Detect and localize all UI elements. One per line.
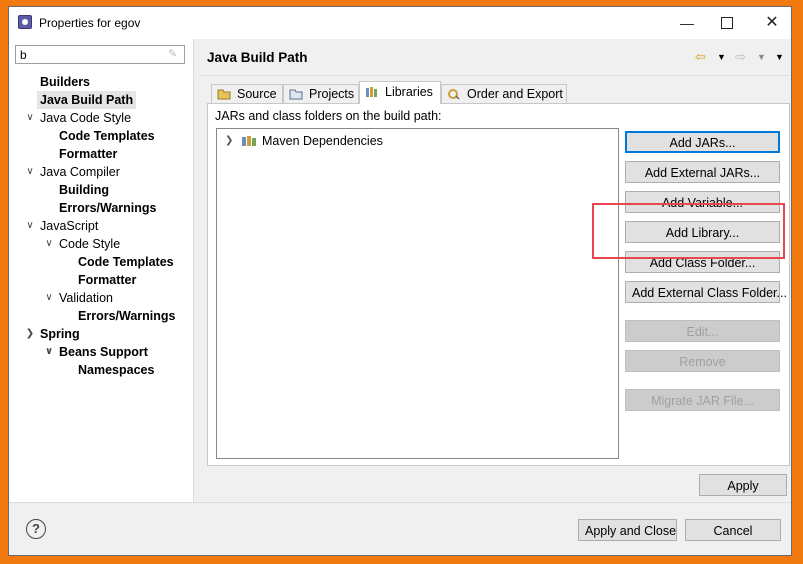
minimize-icon[interactable]: — xyxy=(672,13,702,33)
properties-dialog: Properties for egov — ✕ ✎ Builders Java B… xyxy=(8,6,792,556)
list-item-label: Maven Dependencies xyxy=(262,134,383,148)
tree-item[interactable]: Formatter xyxy=(59,145,117,163)
tree-item-label: Java Code Style xyxy=(40,111,132,125)
chevron-down-icon[interactable]: ∨ xyxy=(25,217,35,235)
add-external-jars-button[interactable]: Add External JARs... xyxy=(625,161,780,183)
tree-item-label: Errors/Warnings xyxy=(78,309,176,323)
tree-item[interactable]: ∨ Code Style xyxy=(45,235,121,253)
clear-filter-icon[interactable]: ✎ xyxy=(168,48,180,61)
tree-item-label: Code Style xyxy=(59,237,121,251)
tree-item-label: Builders xyxy=(40,75,91,89)
apply-and-close-button[interactable]: Apply and Close xyxy=(578,519,677,541)
tree-item[interactable]: Builders xyxy=(40,73,90,91)
header-divider xyxy=(199,75,789,76)
chevron-down-icon[interactable]: ∨ xyxy=(44,343,54,361)
close-icon[interactable]: ✕ xyxy=(757,13,787,33)
add-library-button[interactable]: Add Library... xyxy=(625,221,780,243)
tree-item-label: Formatter xyxy=(78,273,137,287)
chevron-down-icon[interactable]: ∨ xyxy=(25,163,35,181)
view-menu-icon[interactable]: ▼ xyxy=(775,49,784,65)
back-arrow-icon[interactable]: ⇦ xyxy=(695,49,706,65)
filter-input[interactable] xyxy=(18,47,162,62)
forward-menu-chevron-icon[interactable]: ▼ xyxy=(757,49,766,65)
tree-item[interactable]: Errors/Warnings xyxy=(78,307,175,325)
tree-item[interactable]: Namespaces xyxy=(78,361,154,379)
tab-projects[interactable]: Projects xyxy=(283,84,359,103)
build-path-list[interactable]: ❯ Maven Dependencies xyxy=(216,128,619,459)
tree-item[interactable]: ∨ JavaScript xyxy=(26,217,99,235)
source-folder-icon xyxy=(217,89,231,100)
tree-item[interactable]: ∨ Beans Support xyxy=(45,343,148,361)
jars-heading: JARs and class folders on the build path… xyxy=(215,109,442,123)
apply-button[interactable]: Apply xyxy=(699,474,787,496)
tree-item[interactable]: Building xyxy=(59,181,109,199)
tree-item-label: Formatter xyxy=(59,147,118,161)
remove-button[interactable]: Remove xyxy=(625,350,780,372)
add-jars-button[interactable]: Add JARs... xyxy=(625,131,780,153)
help-icon[interactable]: ? xyxy=(26,519,46,539)
tree-item[interactable]: Java Build Path xyxy=(37,91,137,109)
migrate-jar-button[interactable]: Migrate JAR File... xyxy=(625,389,780,411)
project-folder-icon xyxy=(289,89,303,100)
forward-arrow-icon[interactable]: ⇨ xyxy=(735,49,746,65)
tree-item[interactable]: Code Templates xyxy=(59,127,155,145)
add-external-class-folder-button[interactable]: Add External Class Folder... xyxy=(625,281,787,303)
tree-item[interactable]: ∨ Java Compiler xyxy=(26,163,120,181)
preference-tree-panel: ✎ Builders Java Build Path ∨ Java Code Styl… xyxy=(9,39,194,502)
cancel-button[interactable]: Cancel xyxy=(685,519,781,541)
tree-item[interactable]: ∨ Java Code Style xyxy=(26,109,132,127)
tree-item-label: JavaScript xyxy=(40,219,99,233)
title-bar: Properties for egov — ✕ xyxy=(9,7,791,39)
page-title: Java Build Path xyxy=(207,50,308,65)
tree-item-label: Code Templates xyxy=(59,129,155,143)
maximize-icon[interactable] xyxy=(712,13,742,33)
library-icon xyxy=(242,136,256,146)
tab-source[interactable]: Source xyxy=(211,84,283,103)
chevron-down-icon[interactable]: ∨ xyxy=(44,289,54,307)
tree-item-label: Building xyxy=(59,183,109,197)
order-export-icon xyxy=(448,89,460,100)
tab-libraries[interactable]: Libraries xyxy=(359,81,441,104)
tree-item[interactable]: ∨ Validation xyxy=(45,289,113,307)
tree-item[interactable]: Errors/Warnings xyxy=(59,199,156,217)
tree-item[interactable]: Formatter xyxy=(78,271,136,289)
tab-order-and-export[interactable]: Order and Export xyxy=(441,84,567,103)
chevron-down-icon[interactable]: ∨ xyxy=(44,235,54,253)
back-menu-chevron-icon[interactable]: ▼ xyxy=(717,49,726,65)
add-class-folder-button[interactable]: Add Class Folder... xyxy=(625,251,780,273)
tree-item[interactable]: ❯ Spring xyxy=(26,325,80,343)
eclipse-icon xyxy=(18,15,32,29)
chevron-right-icon[interactable]: ❯ xyxy=(25,325,35,343)
edit-button[interactable]: Edit... xyxy=(625,320,780,342)
tree-item-label: Errors/Warnings xyxy=(59,201,157,215)
tree-item-label: Beans Support xyxy=(59,345,148,359)
add-variable-button[interactable]: Add Variable... xyxy=(625,191,780,213)
chevron-down-icon[interactable]: ∨ xyxy=(25,109,35,127)
tree-item-label: Spring xyxy=(40,327,80,341)
tree-item-label: Java Build Path xyxy=(40,93,134,107)
tree-item[interactable]: Code Templates xyxy=(78,253,174,271)
expand-chevron-icon[interactable]: ❯ xyxy=(225,132,233,150)
footer-divider xyxy=(9,502,791,503)
tree-item-label: Code Templates xyxy=(78,255,174,269)
page-navigation: ⇦ ▼ ⇨ ▼ ▼ xyxy=(695,49,785,65)
tree-item-label: Java Compiler xyxy=(40,165,120,179)
tree-item-label: Validation xyxy=(59,291,113,305)
tree-item-label: Namespaces xyxy=(78,363,155,377)
library-icon xyxy=(366,87,377,97)
window-title: Properties for egov xyxy=(39,16,141,30)
filter-field[interactable]: ✎ xyxy=(15,45,185,64)
